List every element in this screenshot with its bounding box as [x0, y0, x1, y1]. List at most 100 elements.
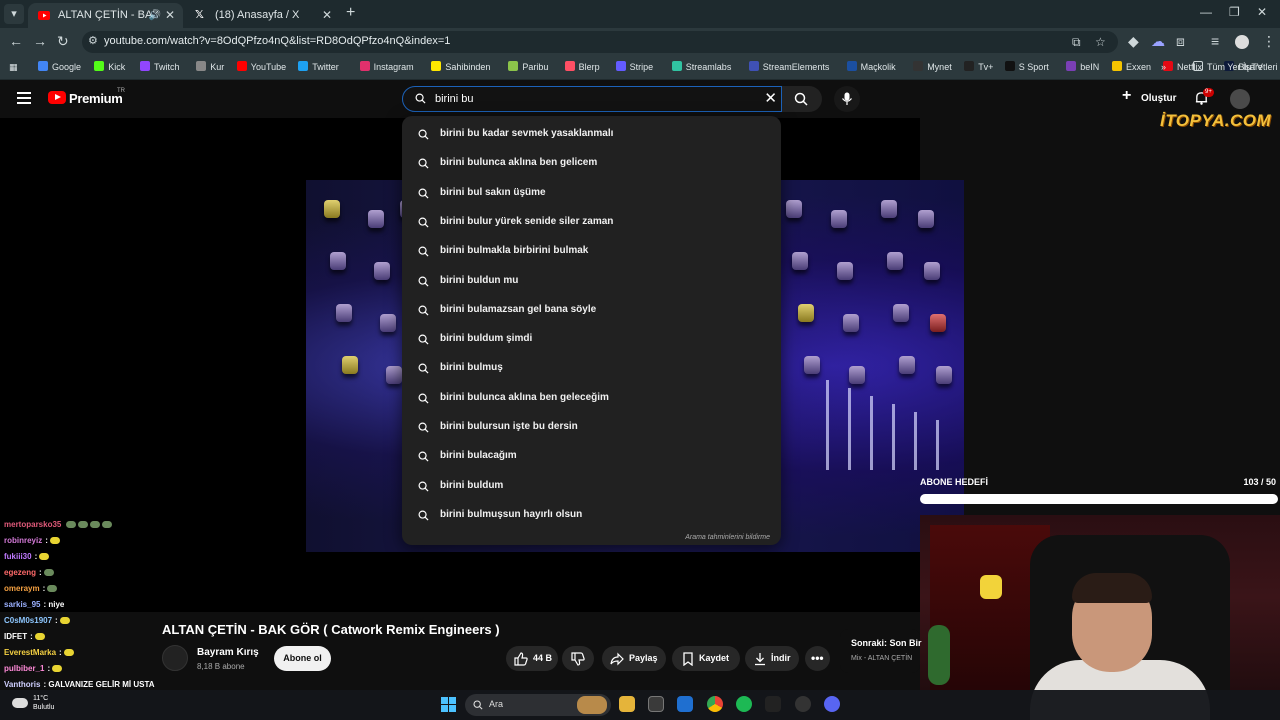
bookmark-item[interactable]: Exxen — [1112, 60, 1151, 74]
profile-avatar[interactable] — [1235, 35, 1249, 49]
bookmark-item[interactable]: beIN — [1066, 60, 1099, 74]
audio-playing-icon[interactable]: 🔊 — [149, 3, 161, 28]
youtube-brand[interactable]: Premium — [69, 91, 123, 106]
search-suggestion[interactable]: birini bulunca aklına ben gelicem — [402, 149, 781, 178]
extensions-puzzle-icon[interactable]: ⧈ — [1176, 33, 1185, 50]
download-button[interactable]: İndir — [745, 646, 799, 671]
back-icon[interactable]: ← — [9, 33, 23, 49]
account-avatar[interactable] — [1230, 89, 1250, 109]
minimize-icon[interactable]: — — [1200, 5, 1212, 19]
chat-text: : — [42, 584, 46, 593]
chrome-icon[interactable] — [707, 696, 723, 712]
chat-emote-icon — [66, 521, 77, 528]
more-bookmarks-icon[interactable]: » — [1161, 60, 1166, 74]
reload-icon[interactable]: ↻ — [57, 33, 69, 50]
store-icon[interactable] — [648, 696, 664, 712]
bookmark-item[interactable]: Tv+ — [964, 60, 993, 74]
apps-grid-icon[interactable]: ▦ — [9, 60, 18, 74]
suggestion-text: birini bulmakla birbirini bulmak — [440, 245, 589, 257]
subscribe-button[interactable]: Abone ol — [274, 646, 331, 671]
share-button[interactable]: Paylaş — [602, 646, 666, 671]
report-predictions-link[interactable]: Arama tahminlerini bildirme — [685, 534, 770, 541]
bookmark-item[interactable]: YouTube — [236, 60, 286, 74]
bookmark-star-icon[interactable]: ☆ — [1095, 35, 1106, 49]
save-button[interactable]: Kaydet — [672, 646, 740, 671]
suggestion-text: birini bulursun işte bu dersin — [440, 421, 578, 432]
extension-cloud-icon[interactable]: ☁ — [1151, 33, 1165, 50]
search-suggestion[interactable]: birini buldun mu — [402, 267, 781, 296]
close-window-icon[interactable]: ✕ — [1257, 5, 1267, 19]
streamer-hair — [1072, 573, 1152, 603]
search-suggestion[interactable]: birini buldum şimdi — [402, 325, 781, 354]
all-bookmarks-folder[interactable]: Tüm Yer İşaretleri — [1193, 60, 1278, 74]
site-info-icon[interactable]: ⚙ — [88, 34, 98, 47]
search-suggestion[interactable]: birini buldum — [402, 472, 781, 501]
cast-icon[interactable]: ⧉ — [1072, 35, 1081, 50]
bookmark-item[interactable]: Kur — [196, 60, 224, 74]
bookmark-item[interactable]: Stripe — [615, 60, 653, 74]
search-suggestion[interactable]: birini bulmuş — [402, 354, 781, 383]
windows-start-icon[interactable] — [441, 697, 456, 712]
bookmark-item[interactable]: Streamlabs — [671, 60, 731, 74]
close-tab-icon[interactable]: ✕ — [165, 3, 175, 28]
search-suggestion[interactable]: birini bu kadar sevmek yasaklanmalı — [402, 120, 781, 149]
steam-icon[interactable] — [795, 696, 811, 712]
discord-icon[interactable] — [824, 696, 840, 712]
video-title: ALTAN ÇETİN - BAK GÖR ( Catwork Remix En… — [162, 622, 500, 637]
tab-list-button[interactable]: ▾ — [4, 4, 24, 24]
spotify-icon[interactable] — [736, 696, 752, 712]
like-button[interactable]: 44 B — [506, 646, 558, 671]
dislike-button[interactable] — [562, 646, 594, 671]
close-tab-icon[interactable]: ✕ — [322, 3, 332, 28]
address-bar[interactable]: ⚙ youtube.com/watch?v=8OdQPfzo4nQ&list=R… — [82, 31, 1118, 53]
cloud-icon[interactable] — [12, 698, 28, 708]
search-suggestion[interactable]: birini bulur yürek senide siler zaman — [402, 208, 781, 237]
bookmark-item[interactable]: StreamElements — [748, 60, 829, 74]
bookmark-item[interactable]: Twitch — [140, 60, 180, 74]
bookmark-item[interactable]: Sahibinden — [431, 60, 490, 74]
weather-widget[interactable]: 11°C Bulutlu — [33, 694, 54, 712]
search-suggestion[interactable]: birini bulmakla birbirini bulmak — [402, 237, 781, 266]
up-next-card[interactable]: Sonraki: Son Bir Mix - ALTAN ÇETİN — [840, 629, 922, 673]
bookmark-item[interactable]: Google — [38, 60, 81, 74]
search-suggestion[interactable]: birini bulacağım — [402, 442, 781, 471]
search-input[interactable]: birini bu ✕ — [402, 86, 782, 112]
restore-icon[interactable]: ❐ — [1229, 5, 1240, 19]
bookmark-item[interactable]: Paribu — [508, 60, 548, 74]
youtube-logo-icon[interactable] — [48, 91, 66, 104]
browser-menu-icon[interactable]: ⋮ — [1262, 33, 1276, 50]
guide-menu-icon[interactable] — [17, 92, 31, 104]
new-tab-icon[interactable]: + — [346, 4, 355, 22]
mail-icon[interactable] — [677, 696, 693, 712]
next-app-icon[interactable] — [765, 696, 781, 712]
extension-diamond-icon[interactable]: ◆ — [1128, 33, 1139, 50]
chat-username: robinreyiz — [4, 536, 43, 545]
search-suggestion[interactable]: birini bulamazsan gel bana söyle — [402, 296, 781, 325]
bookmark-item[interactable]: Maçkolik — [846, 60, 896, 74]
clear-search-icon[interactable]: ✕ — [764, 89, 777, 107]
taskbar-search[interactable]: Ara — [465, 694, 611, 716]
file-explorer-icon[interactable] — [619, 696, 635, 712]
plant — [928, 625, 950, 685]
channel-name[interactable]: Bayram Kırış — [197, 647, 259, 658]
bookmark-item[interactable]: Instagram — [359, 60, 414, 74]
bookmark-favicon-icon — [298, 61, 309, 71]
media-control-icon[interactable]: ≡ — [1211, 33, 1219, 49]
tab-youtube-video[interactable]: ALTAN ÇETİN - BAK GÖR ( C 🔊 ✕ — [28, 3, 183, 28]
bookmark-item[interactable]: Twitter — [298, 60, 339, 74]
voice-search-button[interactable] — [834, 86, 860, 112]
bookmark-item[interactable]: Mynet — [913, 60, 952, 74]
more-actions-button[interactable]: ••• — [805, 646, 830, 671]
search-suggestion[interactable]: birini bulmuşsun hayırlı olsun — [402, 501, 781, 530]
search-suggestion[interactable]: birini bulursun işte bu dersin — [402, 413, 781, 442]
channel-avatar[interactable] — [162, 645, 188, 671]
search-button[interactable] — [782, 86, 822, 112]
bookmark-item[interactable]: S Sport — [1004, 60, 1049, 74]
tab-x[interactable]: 𝕏 (18) Anasayfa / X ✕ — [185, 3, 340, 28]
search-suggestion[interactable]: birini bulunca aklına ben geleceğim — [402, 384, 781, 413]
bookmark-item[interactable]: Kick — [94, 60, 125, 74]
forward-icon[interactable]: → — [33, 33, 47, 49]
search-suggestion[interactable]: birini bul sakın üşüme — [402, 179, 781, 208]
bookmark-item[interactable]: Blerp — [564, 60, 600, 74]
suggestion-text: birini bulmuş — [440, 362, 503, 374]
